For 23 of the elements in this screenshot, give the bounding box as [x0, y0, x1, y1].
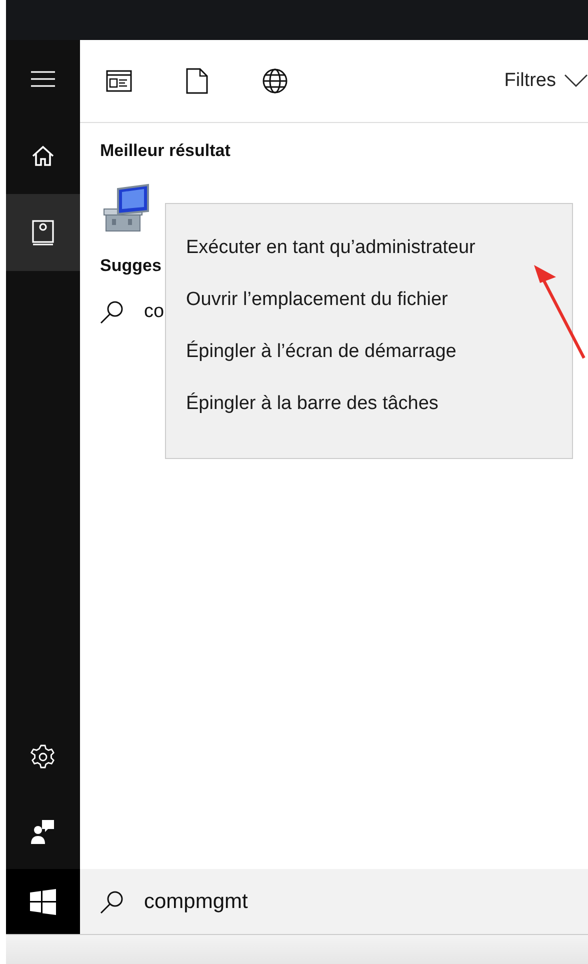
menu-item[interactable]: Épingler à l’écran de démarrage — [166, 326, 572, 378]
filters-dropdown[interactable]: Filtres — [504, 70, 588, 92]
menu-item[interactable]: Épingler à la barre des tâches — [166, 378, 572, 430]
section-heading: Sugges — [100, 256, 162, 276]
menu-item[interactable]: Ouvrir l’emplacement du fichier — [166, 274, 572, 326]
notebook-tab[interactable] — [6, 194, 80, 271]
app-window-icon[interactable] — [106, 70, 132, 92]
feedback-icon — [31, 818, 55, 844]
section-heading: Meilleur résultat — [100, 141, 230, 161]
globe-icon[interactable] — [262, 68, 288, 94]
suggestion-item[interactable]: co — [100, 300, 164, 324]
search-icon — [100, 890, 124, 914]
search-field[interactable]: compmgmt — [144, 890, 444, 914]
search-icon — [100, 300, 124, 324]
menu-icon — [31, 70, 55, 86]
home-icon — [31, 144, 55, 168]
menu-item[interactable]: Exécuter en tant qu’administrateur — [166, 222, 572, 274]
notebook-icon — [32, 220, 54, 246]
windows-logo-icon — [30, 888, 56, 914]
settings-icon — [30, 744, 56, 770]
start-button[interactable] — [6, 869, 80, 934]
chevron-down-icon — [564, 74, 588, 88]
document-icon[interactable] — [186, 68, 208, 94]
